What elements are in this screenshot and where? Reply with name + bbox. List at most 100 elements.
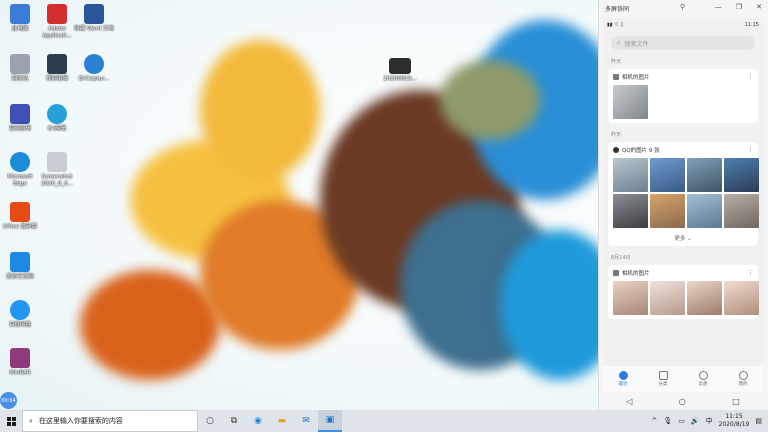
desktop-icon-baidu-pan[interactable]: 百度网盘 (0, 300, 40, 329)
file-search-input[interactable]: ⌕ 搜索文件 (611, 36, 755, 50)
microphone-icon[interactable]: 🎙 (663, 417, 672, 425)
photo-thumbnail[interactable] (650, 158, 685, 192)
photo-thumbnail[interactable] (650, 194, 685, 228)
recording-timer-bubble[interactable]: 00:04 (0, 392, 17, 409)
archive-icon (10, 348, 30, 368)
desktop-icon-screenshot[interactable]: Screenshot 2020_8_6... (37, 152, 77, 188)
system-tray: ^ 🎙 ▭ 🔊 中 11:15 2020/8/19 ▤ (652, 413, 768, 429)
person-icon (738, 371, 748, 380)
desktop-icon-recycle-bin[interactable]: 回收站 (0, 54, 40, 83)
close-icon[interactable]: ✕ (756, 3, 762, 11)
file-group-card[interactable]: 相机的图片 ⋮ (608, 69, 758, 123)
adobe-icon (47, 4, 67, 24)
photo-thumbnail[interactable] (613, 281, 648, 315)
desktop-icon-word-doc[interactable]: 新建 Word 文档 (74, 4, 114, 33)
camera-icon (613, 270, 619, 276)
photo-thumbnail[interactable] (650, 281, 685, 315)
nav-cloud[interactable]: 云盘 (698, 371, 708, 387)
chevron-up-icon[interactable]: ^ (652, 417, 658, 425)
mail-icon[interactable]: ✉ (294, 410, 318, 432)
photo-thumbnail[interactable] (613, 85, 648, 119)
signal-icon: ▮▮ ⌔ ▯ (607, 22, 624, 28)
status-time: 11:15 (744, 22, 759, 28)
search-icon: ⌕ (29, 416, 33, 425)
video-file-icon (389, 58, 411, 74)
panel-title: 多屏协同 (605, 6, 630, 13)
task-view-icon[interactable]: ⧉ (222, 410, 246, 432)
desktop-icon-this-pc[interactable]: 此电脑 (0, 4, 40, 33)
taskbar-search-placeholder: 在这里输入你要搜索的内容 (38, 417, 123, 425)
start-button[interactable] (0, 410, 22, 432)
file-explorer-icon[interactable]: ▬ (270, 410, 294, 432)
photo-thumbnail[interactable] (724, 194, 759, 228)
taskbar: ⌕ 在这里输入你要搜索的内容 ○ ⧉ ◉ ▬ ✉ ▣ ^ 🎙 ▭ 🔊 中 11:… (0, 410, 768, 432)
cloud-drive-icon (10, 300, 30, 320)
desktop-icon-winrar[interactable]: WinRAR (0, 348, 40, 377)
back-icon[interactable]: ◁ (626, 397, 632, 406)
phone-screen: ▮▮ ⌔ ▯ 11:15 ⌕ 搜索文件 昨天 相机的图片 ⋮ 昨天 QQ的图片 … (603, 18, 763, 410)
clock-icon (618, 371, 628, 380)
photo-thumbnail[interactable] (613, 194, 648, 228)
cortana-icon[interactable]: ○ (198, 410, 222, 432)
notification-icon[interactable]: ▤ (755, 417, 762, 425)
audio-icon (10, 104, 30, 124)
wallpaper-shape (440, 60, 540, 140)
home-icon[interactable]: ○ (679, 397, 686, 406)
desktop-icon-ev-edit[interactable]: EV剪辑 (37, 104, 77, 133)
photo-thumbnail[interactable] (724, 281, 759, 315)
network-icon[interactable]: ▭ (678, 417, 685, 425)
desktop-icon-video-edit[interactable]: 视频编辑 (37, 54, 77, 83)
windows-icon (6, 416, 16, 426)
pin-icon[interactable]: ⚲ (680, 3, 685, 11)
image-file-icon (47, 152, 67, 172)
clock[interactable]: 11:15 2020/8/19 (719, 413, 750, 429)
taskbar-search-input[interactable]: ⌕ 在这里输入你要搜索的内容 (22, 410, 198, 432)
date-header: 昨天 (611, 132, 622, 138)
wallpaper-shape (200, 40, 320, 180)
maximize-icon[interactable]: ❐ (736, 3, 742, 11)
show-more-link[interactable]: 更多 ⌄ (613, 234, 753, 242)
edge-taskbar-icon[interactable]: ◉ (246, 410, 270, 432)
cloud-icon (698, 371, 708, 380)
desktop-icon-adobe[interactable]: Adobe Applicati... (37, 4, 77, 40)
desktop-icon-audio-edit[interactable]: 音频剪辑 (0, 104, 40, 133)
volume-icon[interactable]: 🔊 (691, 417, 700, 425)
multiscreen-taskbar-icon[interactable]: ▣ (318, 410, 342, 432)
evcapture-icon (84, 54, 104, 74)
date-header: 8月14日 (611, 255, 631, 261)
photo-thumbnail[interactable] (687, 281, 722, 315)
film-icon (47, 54, 67, 74)
phone-status-bar: ▮▮ ⌔ ▯ 11:15 (603, 18, 763, 32)
desktop-icon-edge[interactable]: Microsoft Edge (0, 152, 40, 188)
desktop-icon-office[interactable]: Office 最新版 (0, 202, 40, 231)
nav-recent[interactable]: 最近 (618, 371, 628, 387)
file-group-card[interactable]: QQ的图片 9 张 ⋮ 更多 ⌄ (608, 142, 759, 246)
phone-bottom-nav: 最近 分类 云盘 我的 (603, 366, 763, 392)
ev-edit-icon (47, 104, 67, 124)
recents-icon[interactable]: □ (732, 397, 740, 406)
more-options-icon[interactable]: ⋮ (748, 74, 754, 80)
camera-icon (613, 74, 619, 80)
nav-mine[interactable]: 我的 (738, 371, 748, 387)
desktop-icon-evcapture[interactable]: EVCaptur... (74, 54, 114, 83)
card-title: 相机的图片 (622, 75, 650, 81)
ime-indicator[interactable]: 中 (706, 416, 713, 426)
nav-category[interactable]: 分类 (658, 371, 668, 387)
photo-thumbnail[interactable] (687, 194, 722, 228)
computer-icon (10, 4, 30, 24)
desktop-icon-video-file[interactable]: 20200819... (380, 58, 420, 83)
photo-thumbnail[interactable] (613, 158, 648, 192)
timer-text: 00:04 (1, 397, 16, 404)
photo-thumbnail[interactable] (687, 158, 722, 192)
desktop-icon-iqiyi[interactable]: 爱奇艺视频 (0, 252, 40, 281)
photo-thumbnail[interactable] (724, 158, 759, 192)
more-options-icon[interactable]: ⋮ (748, 147, 754, 153)
qq-icon (613, 147, 619, 153)
wallpaper-shape (80, 270, 220, 380)
file-group-card[interactable]: 相机的图片 ⋮ (608, 265, 759, 319)
search-icon: ⌕ (617, 39, 621, 46)
minimize-icon[interactable]: — (715, 3, 722, 11)
recycle-bin-icon (10, 54, 30, 74)
office-icon (10, 202, 30, 222)
more-options-icon[interactable]: ⋮ (748, 270, 754, 276)
